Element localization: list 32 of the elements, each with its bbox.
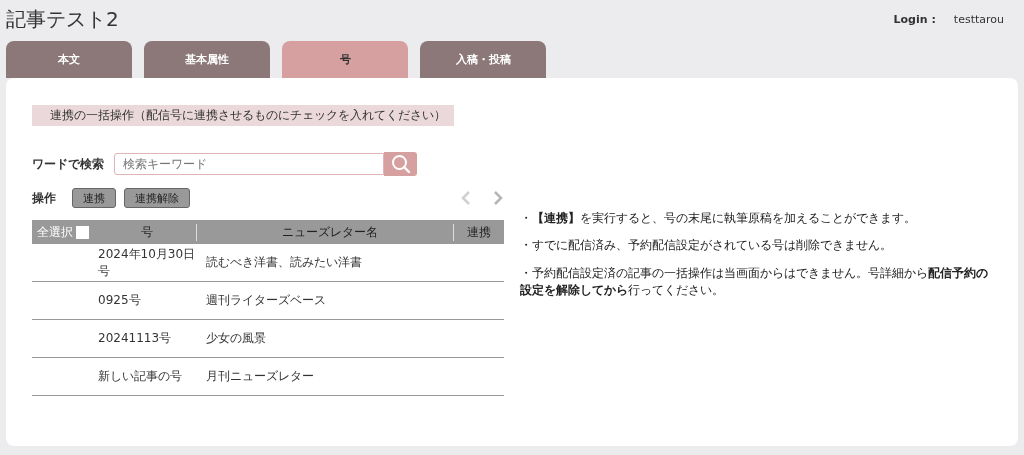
tab[interactable]: 基本属性	[144, 41, 270, 78]
table-cell: 読むべき洋書、読みたい洋書	[206, 255, 362, 269]
actions-label: 操作	[32, 189, 57, 207]
next-page-icon[interactable]	[492, 190, 504, 206]
table-cell: 2024年10月30日号	[98, 246, 196, 278]
search-field[interactable]: 検索キーワード	[114, 153, 384, 175]
column-header: 号	[141, 224, 153, 239]
action-button[interactable]: 連携解除	[124, 188, 190, 208]
action-button[interactable]: 連携	[72, 188, 116, 208]
note-text: ・すでに配信済み、予約配信設定がされている号は削除できません。	[520, 237, 893, 255]
search-icon	[390, 154, 411, 174]
tab[interactable]: 入稿・投稿	[420, 41, 546, 78]
table-cell: 0925号	[98, 293, 141, 307]
table-cell: 新しい記事の号	[98, 369, 182, 383]
select-all-label: 全選択	[37, 223, 73, 241]
table-cell: 少女の風景	[206, 331, 266, 345]
page-title: 記事テスト2	[6, 5, 119, 33]
login-label: Login :	[893, 12, 936, 26]
note-text: ・【連携】を実行すると、号の末尾に執筆原稿を加えることができます。	[520, 210, 917, 227]
table-cell: 20241113号	[98, 331, 172, 345]
section-heading: 連携の一括操作（配信号に連携させるものにチェックを入れてください）	[32, 105, 454, 126]
column-header: 連携	[467, 224, 491, 239]
search-label: ワードで検索	[32, 155, 105, 173]
search-button[interactable]	[384, 152, 417, 176]
select-all-checkbox[interactable]	[76, 225, 89, 239]
column-header: ニューズレター名	[282, 224, 378, 239]
table-cell: 週刊ライターズベース	[206, 293, 326, 307]
table-cell: 月刊ニューズレター	[206, 369, 314, 383]
login-user: testtarou	[953, 12, 1004, 26]
tab[interactable]: 本文	[6, 41, 132, 78]
tab[interactable]: 号	[282, 41, 408, 78]
note-text: ・予約配信設定済の記事の一括操作は当画面からはできません。号詳細から配信予約の設定を解除してから行ってください。	[520, 264, 989, 300]
